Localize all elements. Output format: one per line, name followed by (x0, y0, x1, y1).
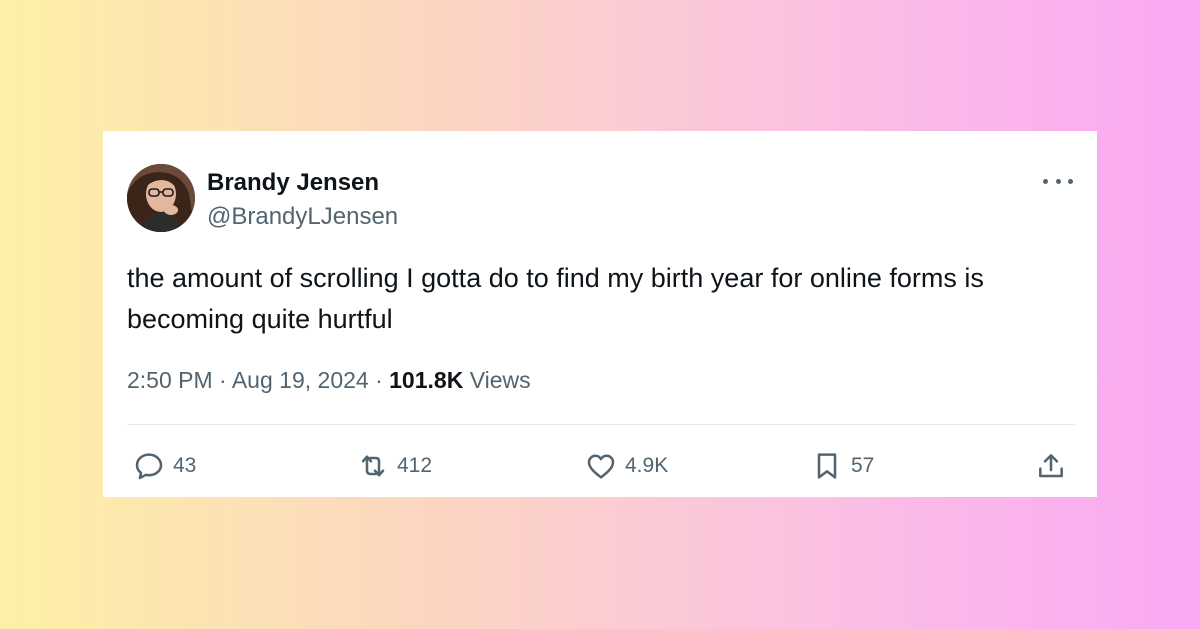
share-icon (1039, 454, 1063, 478)
tweet-metadata: 2:50 PM · Aug 19, 2024 · 101.8K Views (127, 366, 531, 394)
author-name[interactable]: Brandy Jensen (207, 169, 379, 197)
tweet-card: Brandy Jensen @BrandyLJensen the amount … (103, 131, 1097, 497)
like-count: 4.9K (625, 454, 669, 477)
views-label[interactable]: Views (470, 367, 531, 393)
heart-icon (587, 454, 615, 479)
avatar[interactable] (127, 164, 195, 232)
views-count[interactable]: 101.8K (389, 367, 463, 393)
reply-button[interactable]: 43 (133, 449, 196, 483)
more-dot (1043, 178, 1048, 184)
more-dot (1055, 178, 1061, 184)
bookmark-icon (817, 453, 837, 479)
more-horizontal-icon[interactable] (1043, 171, 1073, 191)
more-dot (1068, 178, 1073, 184)
meta-separator: · (219, 367, 227, 393)
divider (127, 424, 1075, 425)
share-button[interactable] (1035, 449, 1067, 483)
tweet-text: the amount of scrolling I gotta do to fi… (127, 263, 984, 334)
tweet-date[interactable]: Aug 19, 2024 (232, 367, 369, 393)
meta-separator: · (375, 367, 383, 393)
retweet-button[interactable]: 412 (357, 449, 432, 483)
like-button[interactable]: 4.9K (585, 449, 668, 483)
tweet-time[interactable]: 2:50 PM (127, 367, 213, 393)
bookmark-button[interactable]: 57 (811, 449, 874, 483)
reply-count: 43 (173, 454, 197, 477)
bookmark-count: 57 (851, 454, 875, 477)
retweet-icon (361, 455, 385, 477)
retweet-count: 412 (397, 454, 433, 477)
author-handle[interactable]: @BrandyLJensen (207, 203, 398, 231)
reply-icon (135, 453, 163, 480)
